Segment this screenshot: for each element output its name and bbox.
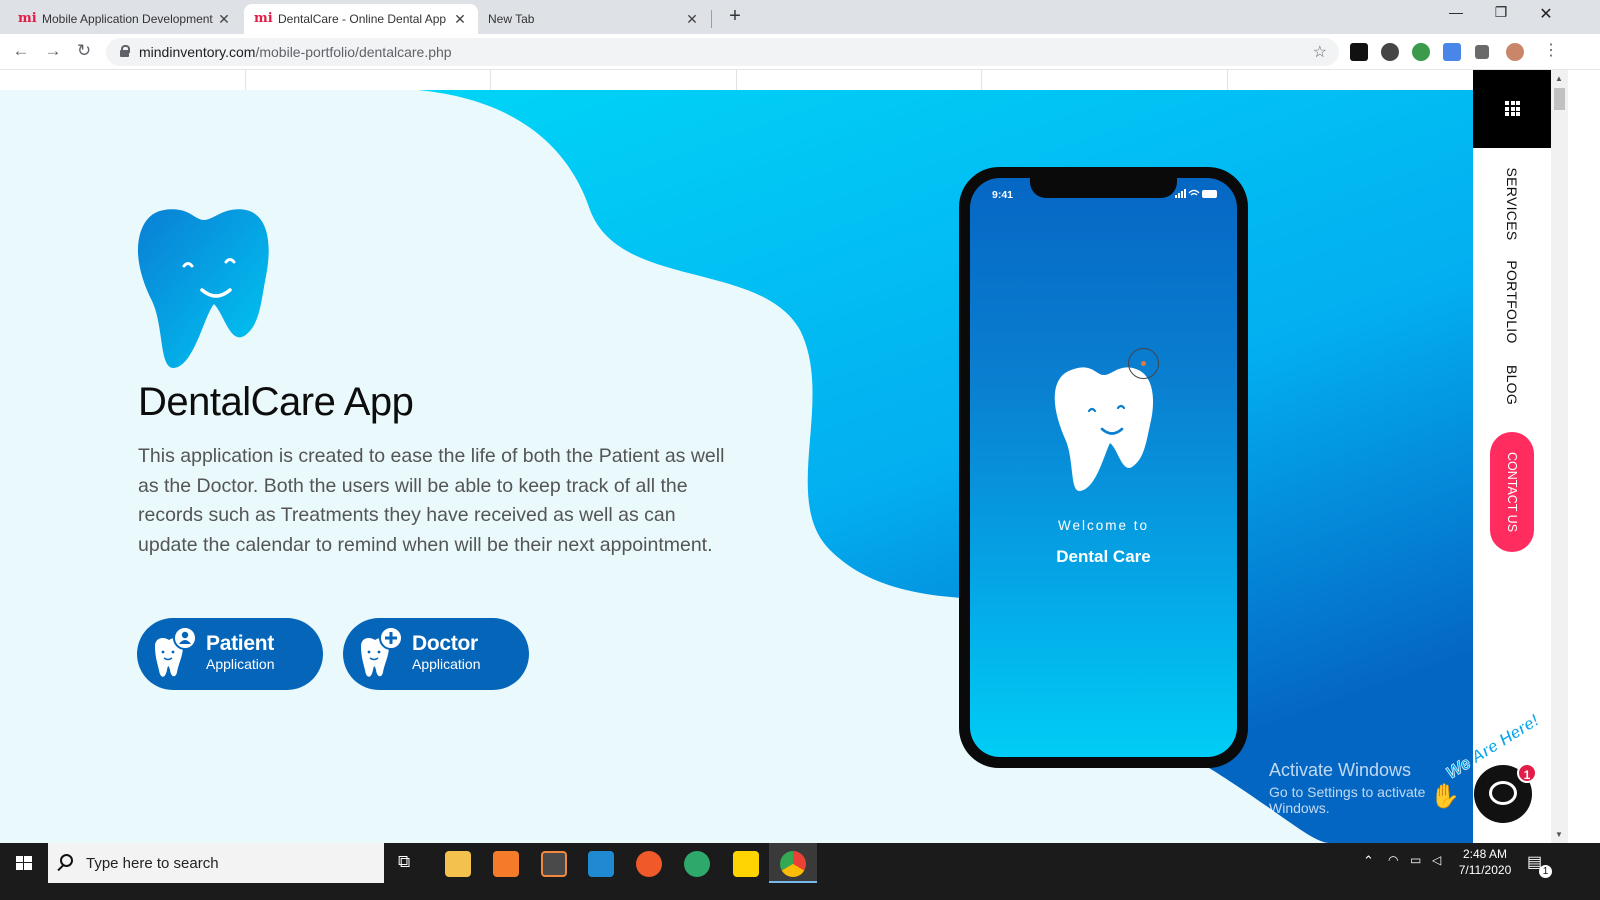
close-window-button[interactable]: ✕ [1523,4,1569,24]
chrome-taskbar-button[interactable] [769,843,817,883]
tab-dentalcare[interactable]: mi DentalCare - Online Dental App ✕ [244,4,478,34]
forward-arrow-icon[interactable]: → [42,41,64,61]
tab-title: New Tab [488,12,535,26]
lock-icon [120,45,130,57]
browser-tab-bar: mi Mobile Application Development ✕ mi D… [0,0,1600,34]
tooth-plus-icon [361,626,403,677]
mi-logo-icon: mi [18,11,37,26]
address-bar[interactable]: mindinventory.com/mobile-portfolio/denta… [106,38,1339,66]
chrome-icon [780,851,806,877]
bookmark-star-icon[interactable]: ☆ [1313,42,1327,62]
mouse-cursor-indicator [1128,348,1159,379]
scroll-down-arrow-icon[interactable]: ▼ [1555,830,1563,839]
wifi-icon[interactable]: ◠ [1388,853,1398,867]
wordpress-icon[interactable] [1381,43,1399,61]
tooth-user-icon [155,626,197,677]
page-title: DentalCare App [138,380,414,424]
sticky-notes-icon[interactable] [733,851,759,877]
new-tab-button[interactable]: + [723,5,747,28]
page-scrollbar[interactable]: ▲ ▼ [1551,70,1568,843]
chat-unread-badge: 1 [1517,763,1537,783]
close-tab-icon[interactable]: ✕ [684,11,700,28]
volume-icon[interactable]: ◁ [1432,853,1441,867]
minimize-button[interactable]: — [1433,4,1479,20]
nav-link-portfolio[interactable]: PORTFOLIO [1504,260,1520,343]
sublime-text-icon[interactable] [541,851,567,877]
battery-icon[interactable]: ▭ [1410,853,1421,867]
button-subtitle: Application [412,656,481,672]
close-tab-icon[interactable]: ✕ [452,11,468,28]
clock-time: 2:48 AM [1462,847,1508,861]
tab-title: Mobile Application Development [42,12,213,26]
app-globe-icon[interactable] [684,851,710,877]
clock-date: 7/11/2020 [1458,863,1512,877]
taskbar-clock[interactable]: 2:48 AM 7/11/2020 [1452,846,1518,878]
welcome-text: Welcome to [1057,518,1150,533]
button-subtitle: Application [206,656,275,672]
waving-hand-icon: ✋ [1430,783,1460,810]
chat-launcher-button[interactable]: 1 [1474,763,1537,823]
welcome-tooth-icon [1054,367,1154,492]
back-arrow-icon[interactable]: ← [10,41,32,61]
contact-us-label: CONTACT US [1505,451,1519,533]
scrollbar-thumb[interactable] [1554,88,1565,110]
doctor-application-button[interactable]: Doctor Application [343,618,529,690]
xampp-icon[interactable] [493,851,519,877]
extension-icon[interactable] [1350,43,1368,61]
app-description: This application is created to ease the … [138,445,725,556]
restore-button[interactable]: ❐ [1478,4,1524,21]
menu-kebab-icon[interactable]: ⋮ [1540,40,1562,60]
patient-application-button[interactable]: Patient Application [137,618,323,690]
grid-icon [1505,101,1520,116]
search-placeholder: Type here to search [86,855,219,872]
phone-mockup: 9:41 Welcome to Dental Care [959,167,1248,768]
tab-new-tab[interactable]: New Tab ✕ [478,4,710,34]
button-title: Patient [206,632,274,655]
url-text: mindinventory.com/mobile-portfolio/denta… [139,44,452,60]
contact-us-button[interactable]: CONTACT US [1490,432,1534,552]
tab-title: DentalCare - Online Dental App [278,12,447,26]
page-content: DentalCare App This application is creat… [0,70,1473,843]
profile-avatar[interactable] [1506,43,1524,61]
tray-chevron-up-icon[interactable]: ⌃ [1363,853,1374,869]
translate-icon[interactable] [1443,43,1461,61]
nav-link-blog[interactable]: BLOG [1504,365,1520,405]
task-view-icon[interactable]: ⧉ [398,852,410,872]
button-title: Doctor [412,632,478,655]
windows-start-icon[interactable] [0,843,48,883]
grid-menu-button[interactable] [1473,70,1551,148]
close-tab-icon[interactable]: ✕ [216,11,232,28]
phone-screen: 9:41 Welcome to Dental Care [970,178,1237,757]
reload-icon[interactable]: ↻ [73,41,95,61]
search-icon [60,854,73,867]
postman-icon[interactable] [636,851,662,877]
taskbar-search-box[interactable]: Type here to search [48,843,384,883]
file-explorer-icon[interactable] [445,851,471,877]
chat-bubble-icon [1489,781,1517,805]
tab-mobile-app-development[interactable]: mi Mobile Application Development ✕ [8,4,242,34]
puzzle-icon[interactable] [1475,45,1489,59]
status-time: 9:41 [992,189,1014,201]
notification-count-badge: 1 [1539,865,1552,878]
status-icons [1175,189,1217,198]
phone-notch [1030,178,1177,198]
windows-taskbar: Type here to search ⧉ ⌃ ◠ ▭ ◁ 2:48 AM 7/… [0,843,1600,900]
phone-app-name: Dental Care [1056,547,1151,566]
browser-toolbar: ← → ↻ mindinventory.com/mobile-portfolio… [0,34,1600,70]
mi-logo-icon: mi [254,11,273,26]
nav-link-services[interactable]: SERVICES [1504,168,1520,241]
vscode-icon[interactable] [588,851,614,877]
scroll-up-arrow-icon[interactable]: ▲ [1555,74,1563,83]
dentalcare-tooth-logo [137,209,269,369]
extension-globe-icon[interactable] [1412,43,1430,61]
tab-separator [711,10,712,28]
